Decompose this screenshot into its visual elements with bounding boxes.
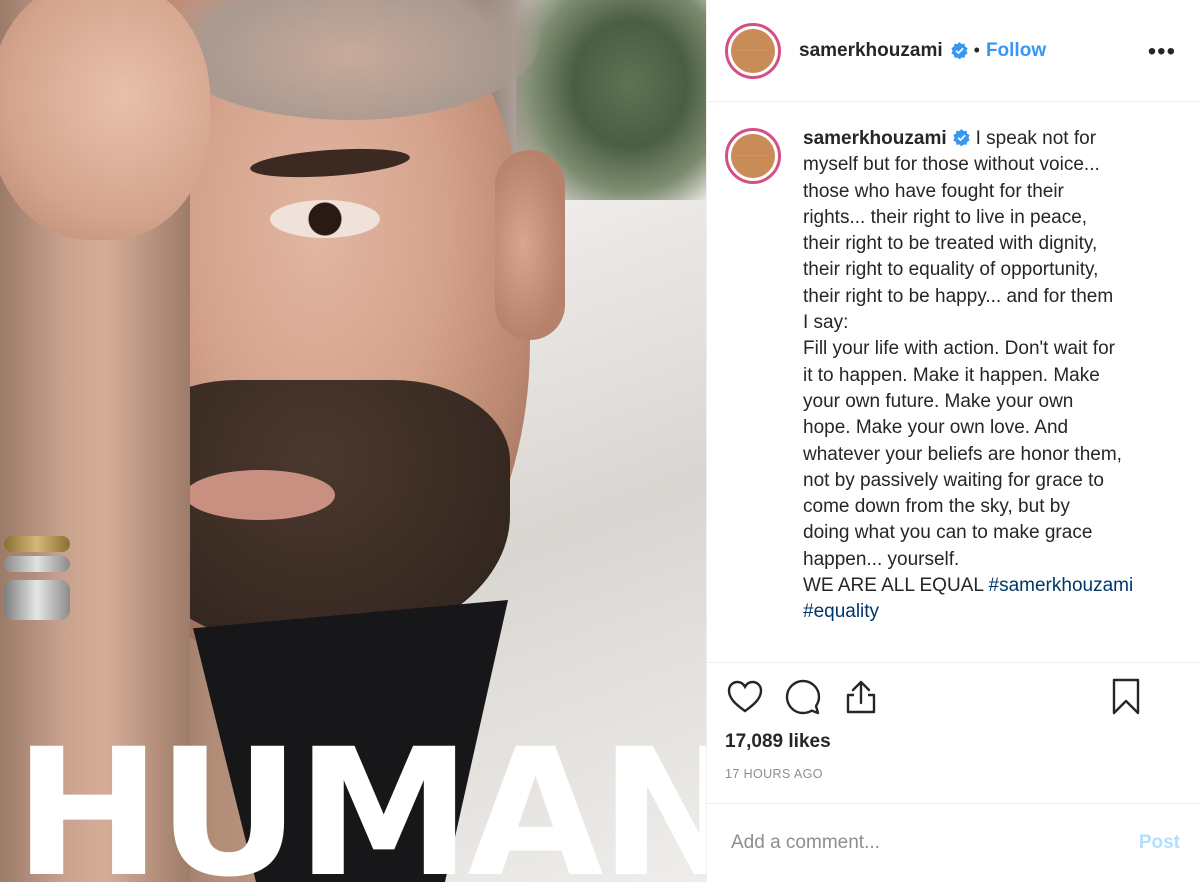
eye-right xyxy=(270,200,380,238)
hand xyxy=(0,0,210,240)
caption-line: your own future. Make your own xyxy=(803,390,1074,412)
comment-box: Add a comment... Post xyxy=(707,803,1200,882)
verified-badge-icon xyxy=(952,129,970,146)
caption-line-text: I speak not for xyxy=(975,128,1097,149)
header-username[interactable]: samerkhouzami xyxy=(799,40,943,62)
caption-line: I say: xyxy=(803,312,849,334)
bracelet-gold xyxy=(4,536,70,552)
more-options-icon[interactable]: ••• xyxy=(1148,38,1176,66)
action-icons xyxy=(725,663,1182,731)
caption-line: not by passively waiting for grace to xyxy=(803,469,1104,491)
header-separator: • xyxy=(973,40,980,60)
caption-line: whatever your beliefs are honor them, xyxy=(803,443,1122,465)
avatar-image: · · · · · · · · xyxy=(731,28,775,73)
post-view: HUMAN · · · · · · · · samerkhouzami • Fo… xyxy=(0,0,1200,882)
caption-line: myself but for those without voice... xyxy=(803,154,1100,176)
post-comment-button[interactable]: Post xyxy=(1139,832,1180,854)
heart-icon[interactable] xyxy=(725,677,765,717)
post-photo[interactable]: HUMAN xyxy=(0,0,706,882)
caption-line: their right to equality of opportunity, xyxy=(803,259,1099,281)
bookmark-icon[interactable] xyxy=(1106,677,1146,717)
photo-overlay-text: HUMAN xyxy=(14,711,706,882)
caption-line: it to happen. Make it happen. Make xyxy=(803,364,1100,386)
caption-line: those who have fought for their xyxy=(803,180,1064,202)
caption-line: hope. Make your own love. And xyxy=(803,417,1069,439)
likes-count[interactable]: 17,089 likes xyxy=(725,731,1182,753)
caption-line: Fill your life with action. Don't wait f… xyxy=(803,338,1115,360)
share-icon[interactable] xyxy=(841,677,881,717)
avatar[interactable]: · · · · · · · · xyxy=(725,22,781,79)
comment-icon[interactable] xyxy=(783,677,823,717)
hashtag-link[interactable]: #equality xyxy=(803,601,879,622)
verified-badge-icon xyxy=(950,42,968,59)
caption-username[interactable]: samerkhouzami xyxy=(803,128,947,149)
caption-line: their right to be happy... and for them xyxy=(803,285,1114,307)
comment-input[interactable]: Add a comment... xyxy=(731,832,1139,854)
caption-line: come down from the sky, but by xyxy=(803,496,1070,518)
caption-line: #equality xyxy=(803,599,1163,625)
caption-equal-text: WE ARE ALL EQUAL xyxy=(803,575,984,597)
avatar-image: · · · · · · · · xyxy=(731,134,775,178)
caption-line-0: samerkhouzami I speak not for xyxy=(803,126,1163,152)
bracelet-wide xyxy=(4,580,70,620)
caption-line-last: WE ARE ALL EQUAL #samerkhouzami xyxy=(803,573,1163,599)
post-actions: 17,089 likes 17 HOURS AGO xyxy=(707,662,1200,781)
post-side-panel: · · · · · · · · samerkhouzami • Follow •… xyxy=(706,0,1200,882)
caption: · · · · · · · · samerkhouzami I speak not… xyxy=(707,102,1200,662)
caption-line: their right to be treated with dignity, xyxy=(803,233,1098,255)
post-timestamp[interactable]: 17 HOURS AGO xyxy=(725,767,1182,781)
ear xyxy=(495,150,565,340)
follow-button[interactable]: Follow xyxy=(986,40,1046,62)
caption-text: samerkhouzami I speak not for myself but … xyxy=(803,126,1163,662)
caption-line: happen... yourself. xyxy=(803,548,960,570)
lips xyxy=(185,470,335,520)
bracelet-silver xyxy=(4,556,70,572)
post-header: · · · · · · · · samerkhouzami • Follow •… xyxy=(707,0,1200,102)
caption-avatar[interactable]: · · · · · · · · xyxy=(725,128,781,184)
hashtag-link[interactable]: #samerkhouzami xyxy=(989,575,1134,596)
caption-line: rights... their right to live in peace, xyxy=(803,206,1088,228)
caption-line: doing what you can to make grace xyxy=(803,522,1093,544)
